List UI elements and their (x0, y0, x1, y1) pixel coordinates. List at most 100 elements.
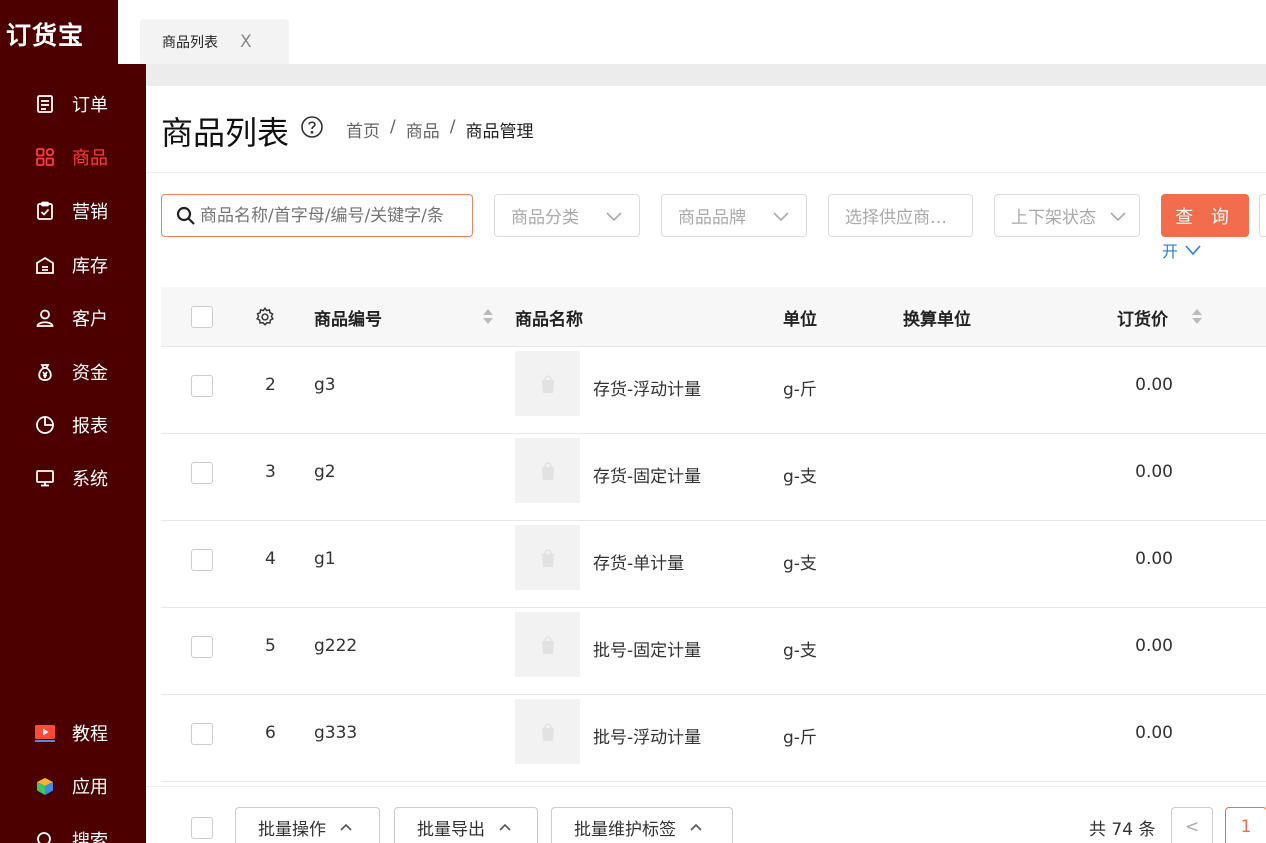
cube-icon (34, 775, 56, 797)
marketing-icon (34, 200, 56, 222)
row-checkbox[interactable] (191, 462, 213, 484)
search-input[interactable] (200, 205, 460, 226)
sidebar-item-label: 资金 (72, 363, 108, 384)
product-unit: g-斤 (783, 380, 817, 400)
product-code: g2 (314, 462, 336, 482)
image-placeholder-icon (541, 548, 554, 567)
help-icon[interactable] (300, 115, 324, 139)
goods-icon (34, 146, 56, 168)
product-thumbnail[interactable] (515, 525, 580, 590)
batch-export-button[interactable]: 批量导出 (394, 807, 538, 843)
table-row[interactable]: 2 g3 存货-浮动计量 g-斤 0.00 (161, 347, 1266, 434)
select-label: 上下架状态 (1011, 208, 1096, 228)
breadcrumb-home[interactable]: 首页 (346, 117, 380, 142)
select-all-checkbox[interactable] (191, 306, 213, 328)
table-row[interactable]: 6 g333 批号-浮动计量 g-斤 0.00 (161, 695, 1266, 782)
image-placeholder-icon (541, 722, 554, 741)
product-thumbnail[interactable] (515, 351, 580, 416)
image-placeholder-icon (541, 374, 554, 393)
table-row[interactable]: 4 g1 存货-单计量 g-支 0.00 (161, 521, 1266, 608)
product-price: 0.00 (1135, 636, 1173, 656)
close-icon[interactable]: X (240, 32, 252, 52)
sidebar-item-funds[interactable]: 资金 (0, 352, 146, 392)
row-checkbox[interactable] (191, 375, 213, 397)
sort-icon[interactable] (1192, 309, 1202, 324)
sidebar-item-marketing[interactable]: 营销 (0, 191, 146, 231)
sidebar-item-label: 商品 (72, 148, 108, 169)
tab-goods-list[interactable]: 商品列表 X (140, 19, 289, 64)
image-placeholder-icon (541, 635, 554, 654)
sidebar-item-goods[interactable]: 商品 (0, 137, 146, 177)
search-icon (34, 829, 56, 843)
prev-page-button[interactable]: < (1171, 807, 1213, 843)
product-name[interactable]: 批号-浮动计量 (593, 723, 701, 748)
sidebar-item-apps[interactable]: 应用 (0, 766, 146, 806)
product-thumbnail[interactable] (515, 438, 580, 503)
search-box[interactable] (161, 194, 473, 237)
breadcrumb-goods[interactable]: 商品 (406, 117, 440, 142)
query-button[interactable]: 查 询 (1161, 194, 1249, 237)
product-unit: g-支 (783, 554, 817, 574)
reset-button[interactable] (1259, 194, 1266, 237)
sidebar-item-warehouse[interactable]: 库存 (0, 245, 146, 285)
money-bag-icon (34, 361, 56, 383)
footer-select-all-checkbox[interactable] (191, 817, 213, 839)
breadcrumb: 首页 / 商品 / 商品管理 (346, 117, 533, 142)
product-name[interactable]: 存货-固定计量 (593, 462, 701, 487)
sidebar: 订货宝 订单 商品 营销 库存 客户 资金 报表 系统 教程 应用 搜索 (0, 0, 146, 843)
column-header-name: 商品名称 (515, 310, 583, 330)
supplier-select[interactable]: 选择供应商… (828, 194, 973, 237)
row-checkbox[interactable] (191, 549, 213, 571)
status-select[interactable]: 上下架状态 (994, 194, 1140, 237)
product-name[interactable]: 存货-浮动计量 (593, 375, 701, 400)
brand-select[interactable]: 商品品牌 (661, 194, 807, 237)
row-index: 6 (265, 723, 276, 743)
chevron-down-icon (1110, 212, 1126, 222)
table-footer: 批量操作 批量导出 批量维护标签 共 74 条 < 1 (146, 786, 1266, 843)
table-row[interactable]: 5 g222 批号-固定计量 g-支 0.00 (161, 608, 1266, 695)
sidebar-item-label: 应用 (72, 777, 108, 798)
sidebar-item-label: 系统 (72, 469, 108, 490)
total-count: 共 74 条 (1089, 820, 1156, 840)
sidebar-item-tutorial[interactable]: 教程 (0, 713, 146, 753)
product-price: 0.00 (1135, 723, 1173, 743)
product-unit: g-支 (783, 467, 817, 487)
category-select[interactable]: 商品分类 (494, 194, 640, 237)
logo[interactable]: 订货宝 (0, 0, 118, 64)
product-price: 0.00 (1135, 375, 1173, 395)
sidebar-item-search[interactable]: 搜索 (0, 820, 146, 843)
product-name[interactable]: 存货-单计量 (593, 549, 684, 574)
button-label: 批量导出 (417, 819, 485, 840)
sidebar-item-label: 报表 (72, 416, 108, 437)
warehouse-icon (34, 254, 56, 276)
sidebar-item-system[interactable]: 系统 (0, 458, 146, 498)
page-1-button[interactable]: 1 (1225, 807, 1266, 843)
row-checkbox[interactable] (191, 636, 213, 658)
batch-tags-button[interactable]: 批量维护标签 (551, 807, 733, 843)
select-label: 商品分类 (511, 208, 579, 228)
header-divider (146, 172, 1266, 173)
product-code: g1 (314, 549, 336, 569)
sidebar-item-label: 营销 (72, 202, 108, 223)
sidebar-item-reports[interactable]: 报表 (0, 405, 146, 445)
sidebar-item-label: 教程 (72, 724, 108, 745)
table-header: 商品编号 商品名称 单位 换算单位 订货价 (161, 287, 1266, 347)
chevron-down-icon (606, 212, 622, 222)
chevron-up-icon (340, 823, 352, 831)
product-thumbnail[interactable] (515, 699, 580, 764)
customer-icon (34, 307, 56, 329)
row-checkbox[interactable] (191, 723, 213, 745)
product-thumbnail[interactable] (515, 612, 580, 677)
sidebar-item-label: 客户 (72, 309, 108, 330)
product-name[interactable]: 批号-固定计量 (593, 636, 701, 661)
gear-icon[interactable] (254, 306, 276, 328)
batch-operations-button[interactable]: 批量操作 (235, 807, 380, 843)
button-label: 批量操作 (258, 819, 326, 840)
product-code: g222 (314, 636, 358, 656)
sort-icon[interactable] (483, 309, 493, 324)
table-row[interactable]: 3 g2 存货-固定计量 g-支 0.00 (161, 434, 1266, 521)
sidebar-item-customer[interactable]: 客户 (0, 298, 146, 338)
expand-toggle[interactable]: 开 (1162, 238, 1202, 262)
sidebar-item-order[interactable]: 订单 (0, 84, 146, 124)
tab-content-divider (146, 64, 1266, 86)
